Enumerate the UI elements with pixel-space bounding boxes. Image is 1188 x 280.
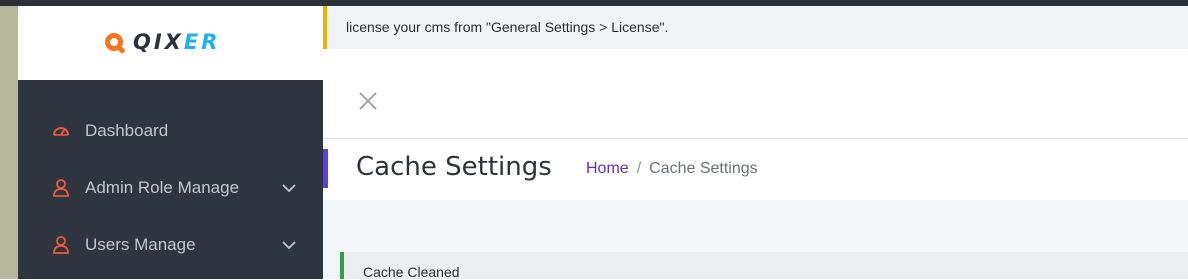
close-button[interactable] xyxy=(357,90,379,112)
breadcrumb: Home / Cache Settings xyxy=(586,160,758,178)
sidebar-item-label: Dashboard xyxy=(85,121,169,140)
chevron-down-icon[interactable] xyxy=(281,237,297,253)
breadcrumb-current: Cache Settings xyxy=(649,160,758,177)
alert-text: Cache Cleaned xyxy=(363,264,460,280)
close-icon xyxy=(359,92,377,110)
success-alert: Cache Cleaned xyxy=(340,252,1188,280)
sidebar-item-label: Users Manage xyxy=(85,235,196,254)
logo-text-primary: QIX xyxy=(133,30,184,54)
sidebar-item-dashboard[interactable]: Dashboard xyxy=(18,111,323,151)
breadcrumb-home-link[interactable]: Home xyxy=(586,160,629,178)
logo-text-secondary: ER xyxy=(183,30,221,54)
logo-mark-icon xyxy=(105,33,123,51)
chevron-down-icon[interactable] xyxy=(281,180,297,196)
license-notice: license your cms from "General Settings … xyxy=(323,6,1188,49)
logo-area: QIXER xyxy=(18,6,323,80)
logo-text: QIXER xyxy=(133,30,220,54)
brand-logo[interactable]: QIXER xyxy=(105,24,220,60)
user-icon xyxy=(52,236,70,254)
speedometer-icon xyxy=(52,122,70,140)
user-icon xyxy=(52,179,70,197)
title-accent-bar xyxy=(323,149,328,188)
header-divider xyxy=(323,138,1188,139)
sidebar-item-label: Admin Role Manage xyxy=(85,178,240,197)
main-content: license your cms from "General Settings … xyxy=(323,6,1188,280)
sidebar-item-users-manage[interactable]: Users Manage xyxy=(18,225,323,265)
sidebar: QIXER Dashboard Admin Role Manage Users … xyxy=(18,6,323,279)
sidebar-item-admin-role-manage[interactable]: Admin Role Manage xyxy=(18,168,323,208)
background-edge xyxy=(0,6,18,279)
notice-text: license your cms from "General Settings … xyxy=(346,19,669,35)
page-title: Cache Settings xyxy=(356,152,552,182)
breadcrumb-separator: / xyxy=(636,160,642,177)
